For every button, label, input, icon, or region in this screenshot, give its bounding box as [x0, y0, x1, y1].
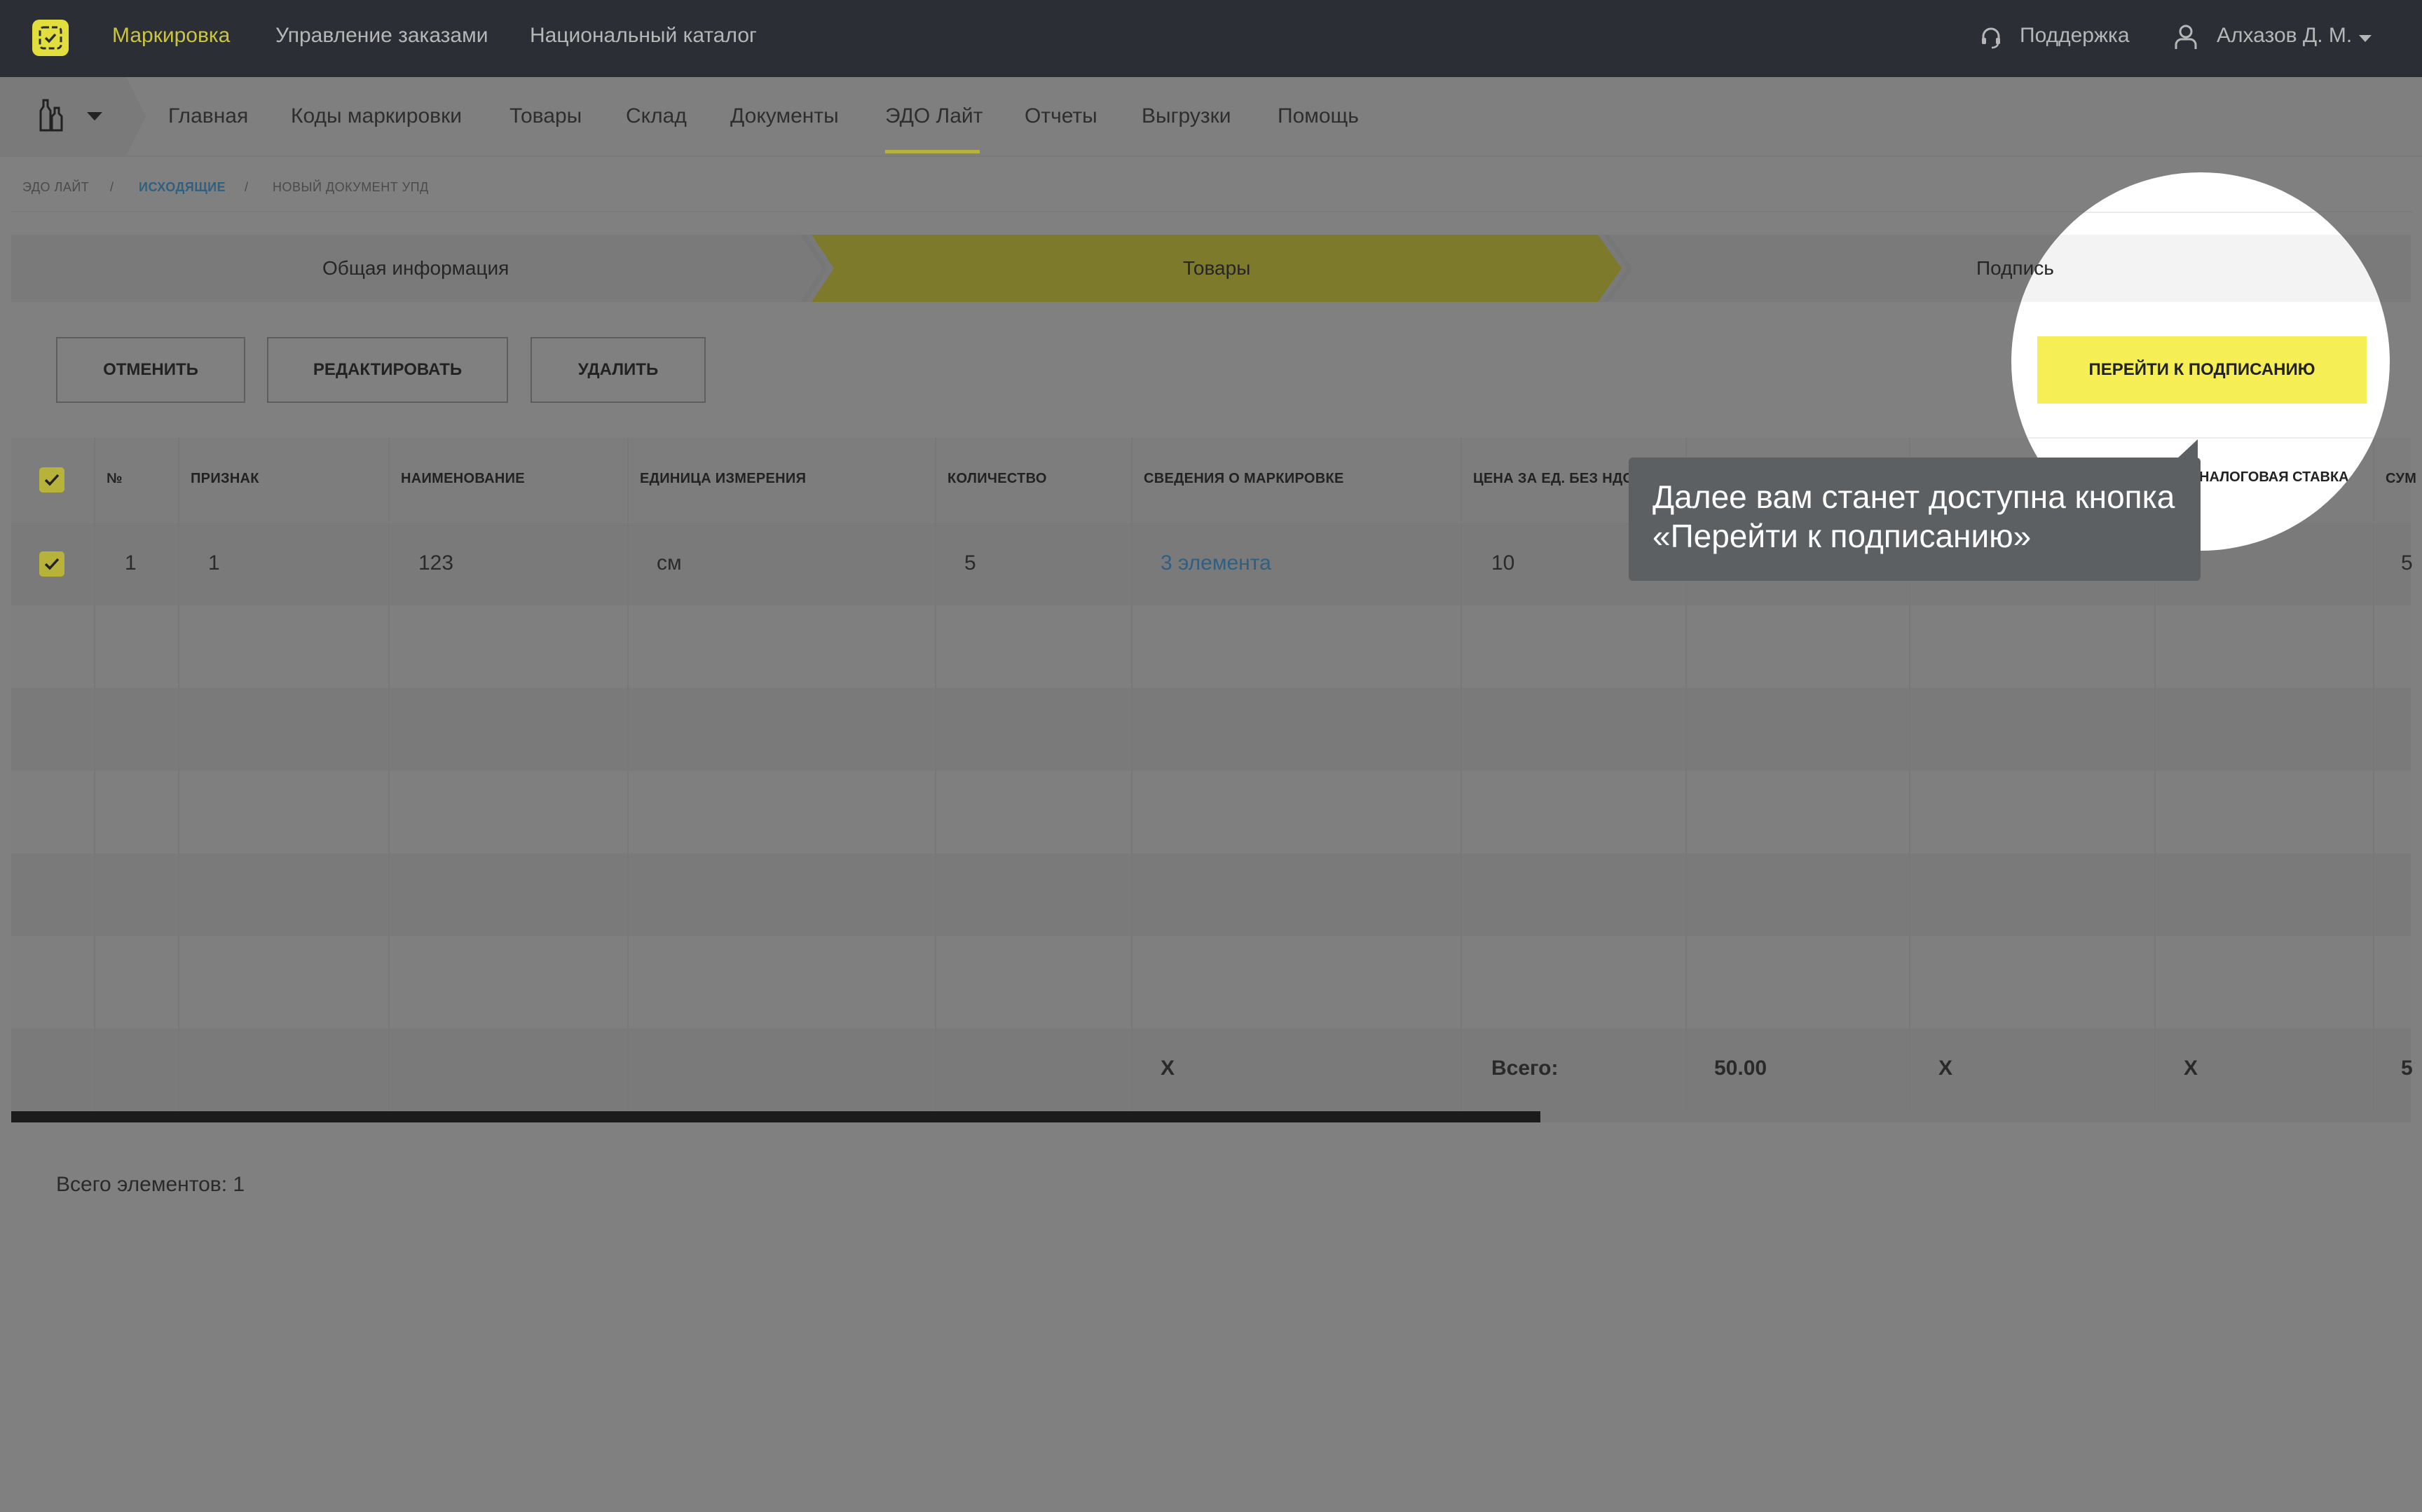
- tab-help[interactable]: Помощь: [1278, 104, 1359, 128]
- scrollbar-thumb[interactable]: [11, 1111, 1540, 1122]
- column-divider: [388, 438, 390, 1111]
- breadcrumb-separator: /: [245, 180, 249, 194]
- support-link[interactable]: Поддержка: [2020, 24, 2130, 48]
- column-divider: [94, 438, 95, 1111]
- cancel-button[interactable]: ОТМЕНИТЬ: [56, 337, 245, 403]
- column-divider: [627, 438, 629, 1111]
- marking-info-link[interactable]: 3 элемента: [1161, 551, 1271, 575]
- step-signature[interactable]: Подпись: [2011, 257, 2054, 280]
- chevron-down-icon[interactable]: [2359, 35, 2372, 42]
- footer-total-label: Всего:: [1491, 1057, 1559, 1080]
- edit-button[interactable]: РЕДАКТИРОВАТЬ: [267, 337, 508, 403]
- cell-quantity: 5: [964, 551, 976, 575]
- table-empty-row: [11, 936, 2411, 1029]
- delete-button[interactable]: УДАЛИТЬ: [531, 337, 706, 403]
- column-divider: [1131, 438, 1133, 1111]
- header-number: №: [107, 471, 123, 486]
- cell-sum: 5: [2401, 551, 2413, 575]
- cell-sign: 1: [208, 551, 220, 575]
- nav-marking[interactable]: Маркировка: [112, 24, 230, 48]
- tab-edo-lite[interactable]: ЭДО Лайт: [885, 104, 983, 128]
- tab-main[interactable]: Главная: [168, 104, 248, 128]
- column-divider: [935, 438, 936, 1111]
- cell-number: 1: [125, 551, 137, 575]
- tooltip-arrow: [2177, 439, 2198, 459]
- header-tax-rate: НАЛОГОВАЯ СТАВКА: [2199, 469, 2349, 485]
- footer-marking-info: X: [1161, 1057, 1175, 1080]
- divider: [2011, 437, 2390, 439]
- cell-price: 10: [1491, 551, 1515, 575]
- header-price: ЦЕНА ЗА ЕД. БЕЗ НДС: [1473, 471, 1634, 486]
- header-quantity: КОЛИЧЕСТВО: [947, 471, 1047, 486]
- logo-icon[interactable]: [32, 20, 69, 56]
- nav-order-management[interactable]: Управление заказами: [275, 24, 488, 48]
- breadcrumb-current: НОВЫЙ ДОКУМЕНТ УПД: [273, 180, 429, 194]
- header-name: НАИМЕНОВАНИЕ: [401, 471, 525, 486]
- row-checkbox[interactable]: [39, 551, 64, 577]
- table-empty-row: [11, 605, 2411, 688]
- column-divider: [2373, 438, 2374, 1111]
- divider: [2011, 212, 2390, 213]
- breadcrumb-separator: /: [110, 180, 114, 194]
- footer-tax: X: [2184, 1057, 2198, 1080]
- go-to-signing-button[interactable]: ПЕРЕЙТИ К ПОДПИСАНИЮ: [2037, 336, 2367, 404]
- hint-tooltip: Далее вам станет доступна кнопка «Перейт…: [1629, 458, 2201, 581]
- breadcrumb-edo-lite[interactable]: ЭДО ЛАЙТ: [22, 180, 89, 195]
- tooltip-text: Далее вам станет доступна кнопка «Перейт…: [1653, 479, 2175, 554]
- step-goods[interactable]: Товары: [1183, 257, 1250, 280]
- step-signature-band: [2011, 235, 2390, 302]
- footer-col9: X: [1938, 1057, 1953, 1080]
- table-empty-row: [11, 771, 2411, 853]
- tab-exports[interactable]: Выгрузки: [1142, 104, 1231, 128]
- tab-goods[interactable]: Товары: [509, 104, 582, 128]
- footer-total-value: 50.00: [1714, 1057, 1767, 1080]
- cell-name: 123: [418, 551, 454, 575]
- header-unit: ЕДИНИЦА ИЗМЕРЕНИЯ: [640, 471, 807, 486]
- select-all-checkbox[interactable]: [39, 467, 64, 493]
- selector-arrow: [126, 77, 146, 156]
- tab-marking-codes[interactable]: Коды маркировки: [291, 104, 462, 128]
- footer-sum: 5: [2401, 1057, 2413, 1080]
- tab-warehouse[interactable]: Склад: [626, 104, 687, 128]
- cell-unit: см: [657, 551, 682, 575]
- bottles-icon[interactable]: [35, 98, 66, 135]
- user-icon[interactable]: [2173, 24, 2198, 54]
- step-separator: [800, 235, 827, 302]
- table-empty-row: [11, 853, 2411, 936]
- nav-national-catalog[interactable]: Национальный каталог: [530, 24, 757, 48]
- column-divider: [1460, 438, 1462, 1111]
- table-footer-row: [11, 1029, 2411, 1111]
- breadcrumb-outgoing[interactable]: ИСХОДЯЩИЕ: [139, 180, 226, 195]
- column-divider: [178, 438, 179, 1111]
- tab-documents[interactable]: Документы: [730, 104, 839, 128]
- chevron-down-icon[interactable]: [87, 112, 102, 121]
- header-marking-info: СВЕДЕНИЯ О МАРКИРОВКЕ: [1144, 471, 1344, 486]
- headset-icon[interactable]: [1978, 25, 2004, 54]
- total-elements: Всего элементов: 1: [56, 1173, 245, 1196]
- header-sign: ПРИЗНАК: [191, 471, 259, 486]
- step-general-info[interactable]: Общая информация: [322, 257, 509, 280]
- table-empty-row: [11, 688, 2411, 771]
- header-sum: СУМ: [2386, 471, 2417, 486]
- active-tab-indicator: [885, 150, 980, 153]
- user-menu[interactable]: Алхазов Д. М.: [2217, 24, 2352, 48]
- tab-reports[interactable]: Отчеты: [1025, 104, 1097, 128]
